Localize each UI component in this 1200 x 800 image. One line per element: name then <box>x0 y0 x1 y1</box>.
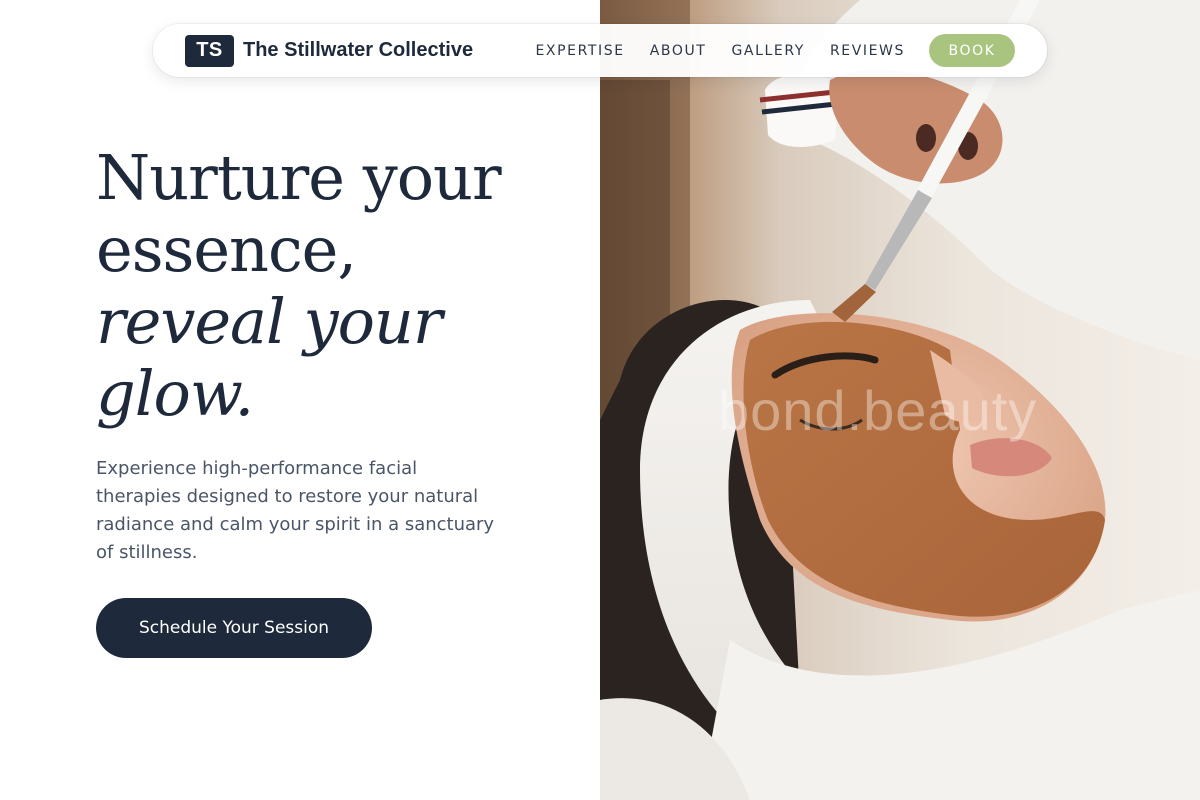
logo-badge[interactable]: TS <box>185 34 234 67</box>
headline-line-4: glow. <box>96 357 254 430</box>
headline-line-3: reveal your <box>96 285 442 358</box>
photo-watermark: bond.beauty <box>718 379 1038 442</box>
hero-headline: Nurture your essence, reveal your glow. <box>96 142 576 430</box>
nav-links: EXPERTISE ABOUT GALLERY REVIEWS BOOK <box>535 34 1015 67</box>
hero-lead-paragraph: Experience high-performance facial thera… <box>96 458 495 563</box>
book-button[interactable]: BOOK <box>929 34 1015 67</box>
nav-link-reviews[interactable]: REVIEWS <box>830 43 905 59</box>
nav-link-expertise[interactable]: EXPERTISE <box>535 43 624 59</box>
schedule-session-button[interactable]: Schedule Your Session <box>96 598 372 658</box>
top-navbar: TS The Stillwater Collective EXPERTISE A… <box>153 24 1047 77</box>
headline-line-1: Nurture your <box>96 141 502 214</box>
headline-line-2: essence, <box>96 213 357 286</box>
nav-link-gallery[interactable]: GALLERY <box>731 43 804 59</box>
nav-link-about[interactable]: ABOUT <box>650 43 707 59</box>
brand-name[interactable]: The Stillwater Collective <box>243 39 473 62</box>
hero-photo: bond.beauty <box>600 0 1200 800</box>
